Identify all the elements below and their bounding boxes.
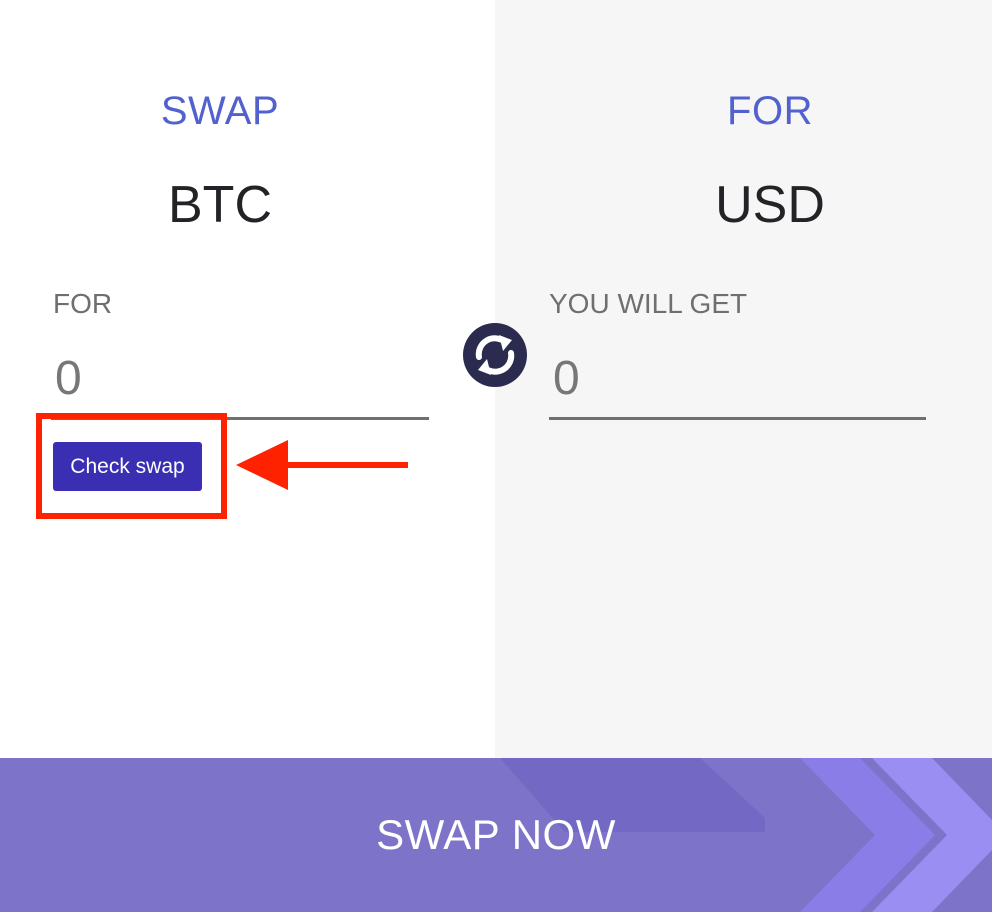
to-amount-input[interactable]: [549, 339, 926, 420]
check-swap-button[interactable]: Check swap: [53, 442, 202, 491]
swap-heading: SWAP: [160, 89, 280, 133]
to-amount-label: YOU WILL GET: [549, 288, 748, 319]
swap-to-panel: FOR USD YOU WILL GET: [495, 0, 992, 758]
swap-from-panel: SWAP BTC FOR Check swap: [0, 0, 495, 758]
exchange-arrows-icon[interactable]: [463, 323, 527, 387]
swap-now-label: SWAP NOW: [376, 811, 616, 858]
exchange-arrows-svg: [475, 335, 515, 375]
from-amount-label: FOR: [53, 288, 113, 319]
swap-now-button[interactable]: SWAP NOW: [0, 758, 992, 912]
to-currency: USD: [715, 176, 825, 234]
for-heading: FOR: [727, 89, 813, 133]
from-currency: BTC: [168, 176, 272, 234]
from-amount-input[interactable]: [51, 339, 429, 420]
